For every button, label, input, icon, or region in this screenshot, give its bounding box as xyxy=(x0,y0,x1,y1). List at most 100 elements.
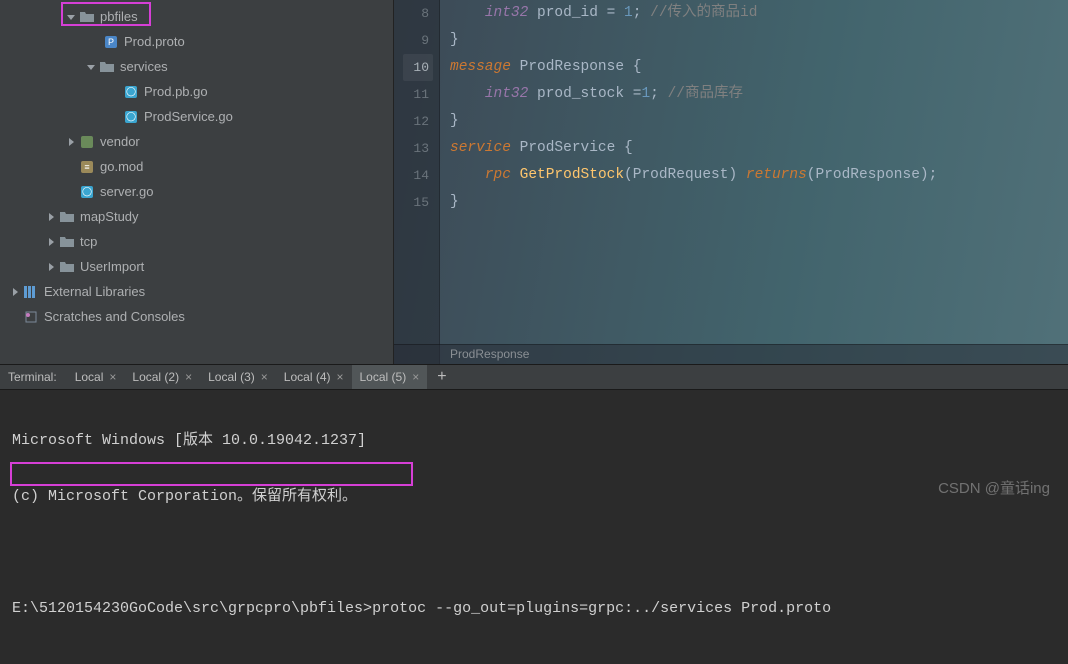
terminal-label: Terminal: xyxy=(8,370,57,384)
code-token: ; xyxy=(650,86,667,102)
highlight-annotation xyxy=(10,462,413,486)
tree-label: Scratches and Consoles xyxy=(44,309,185,324)
code-token: rpc xyxy=(485,167,511,183)
close-icon[interactable]: × xyxy=(261,370,268,384)
terminal-tabstrip[interactable]: Terminal: Local × Local (2)× Local (3) × L… xyxy=(0,364,1068,390)
tree-label: server.go xyxy=(100,184,153,199)
chevron-right-icon xyxy=(46,212,56,222)
tree-label: mapStudy xyxy=(80,209,139,224)
tree-pbfiles[interactable]: pbfiles xyxy=(0,4,393,29)
folder-icon xyxy=(100,60,114,74)
tree-mapstudy[interactable]: mapStudy xyxy=(0,204,393,229)
line-number: 10 xyxy=(403,54,433,81)
code-token: ProdService { xyxy=(511,140,633,156)
line-number: 8 xyxy=(399,0,429,27)
code-token: //传入的商品id xyxy=(650,5,757,21)
breadcrumb[interactable]: ProdResponse xyxy=(394,344,1068,364)
folder-icon xyxy=(60,210,74,224)
tree-prod-pb-go[interactable]: ◯ Prod.pb.go xyxy=(0,79,393,104)
code-token: (ProdRequest) xyxy=(624,167,746,183)
terminal-tab[interactable]: Local (4) × xyxy=(276,365,352,389)
tree-label: UserImport xyxy=(80,259,144,274)
code-token: 1 xyxy=(624,5,633,21)
code-token: int32 xyxy=(485,86,529,102)
code-editor[interactable]: 8 9 10 11 12 13 14 15 int32 prod_id = 1;… xyxy=(394,0,1068,364)
line-number: 11 xyxy=(399,81,429,108)
close-icon[interactable]: × xyxy=(109,370,116,384)
code-token: prod_id = xyxy=(528,5,624,21)
tree-tcp[interactable]: tcp xyxy=(0,229,393,254)
code-token: GetProdStock xyxy=(520,167,624,183)
add-terminal-button[interactable]: + xyxy=(427,368,456,386)
tree-services[interactable]: services xyxy=(0,54,393,79)
terminal-line: Microsoft Windows [版本 10.0.19042.1237] xyxy=(12,430,1056,452)
code-token: prod_stock = xyxy=(528,86,641,102)
line-number: 14 xyxy=(399,162,429,189)
scratch-icon xyxy=(24,310,38,324)
code-token: (ProdResponse); xyxy=(807,167,938,183)
tree-go-mod[interactable]: ≡ go.mod xyxy=(0,154,393,179)
go-file-icon: ◯ xyxy=(124,110,138,124)
line-number: 15 xyxy=(399,189,429,216)
chevron-right-icon xyxy=(46,237,56,247)
folder-icon xyxy=(60,260,74,274)
tree-external-libraries[interactable]: External Libraries xyxy=(0,279,393,304)
tree-label: services xyxy=(120,59,168,74)
tree-label: External Libraries xyxy=(44,284,145,299)
terminal-tab[interactable]: Local × xyxy=(67,365,125,389)
project-tree[interactable]: pbfiles P Prod.proto services ◯ Prod.pb.… xyxy=(0,0,394,364)
proto-file-icon: P xyxy=(104,35,118,49)
terminal-tab[interactable]: Local (5) × xyxy=(352,365,428,389)
go-file-icon: ◯ xyxy=(124,85,138,99)
code-token: returns xyxy=(746,167,807,183)
tree-scratches[interactable]: Scratches and Consoles xyxy=(0,304,393,329)
close-icon[interactable]: × xyxy=(185,370,192,384)
tab-label: Local (3) xyxy=(208,370,255,384)
tree-prodservice-go[interactable]: ◯ ProdService.go xyxy=(0,104,393,129)
chevron-right-icon xyxy=(10,287,20,297)
chevron-right-icon xyxy=(66,137,76,147)
tree-prod-proto[interactable]: P Prod.proto xyxy=(0,29,393,54)
tree-userimport[interactable]: UserImport xyxy=(0,254,393,279)
line-number: 13 xyxy=(399,135,429,162)
tab-label: Local (4) xyxy=(284,370,331,384)
terminal-line: (c) Microsoft Corporation。保留所有权利。 xyxy=(12,486,1056,508)
tree-label: Prod.proto xyxy=(124,34,185,49)
code-token: ; xyxy=(633,5,650,21)
close-icon[interactable]: × xyxy=(412,370,419,384)
tab-label: Local (5) xyxy=(360,370,407,384)
chevron-down-icon xyxy=(66,12,76,22)
library-icon xyxy=(24,285,38,299)
code-token: 1 xyxy=(641,86,650,102)
chevron-right-icon xyxy=(46,262,56,272)
line-number: 9 xyxy=(399,27,429,54)
terminal-tab[interactable]: Local (3) × xyxy=(200,365,276,389)
tree-vendor[interactable]: vendor xyxy=(0,129,393,154)
code-token: //商品库存 xyxy=(668,86,743,102)
chevron-down-icon xyxy=(86,62,96,72)
tree-label: Prod.pb.go xyxy=(144,84,208,99)
code-token: service xyxy=(450,140,511,156)
tree-server-go[interactable]: ◯ server.go xyxy=(0,179,393,204)
code-token: } xyxy=(450,189,459,216)
code-token: } xyxy=(450,108,459,135)
gutter: 8 9 10 11 12 13 14 15 xyxy=(394,0,440,364)
breadcrumb-item: ProdResponse xyxy=(450,347,529,361)
close-icon[interactable]: × xyxy=(336,370,343,384)
terminal-body[interactable]: Microsoft Windows [版本 10.0.19042.1237] (… xyxy=(0,390,1068,512)
vendor-icon xyxy=(80,135,94,149)
tree-label: ProdService.go xyxy=(144,109,233,124)
tree-label: go.mod xyxy=(100,159,143,174)
terminal-tab[interactable]: Local (2)× xyxy=(124,365,200,389)
tree-label: vendor xyxy=(100,134,140,149)
folder-icon xyxy=(60,235,74,249)
line-number: 12 xyxy=(399,108,429,135)
gomod-icon: ≡ xyxy=(80,160,94,174)
folder-icon xyxy=(80,10,94,24)
tree-label: tcp xyxy=(80,234,97,249)
terminal-line: E:\5120154230GoCode\src\grpcpro\pbfiles>… xyxy=(12,598,1056,620)
tree-label: pbfiles xyxy=(100,9,138,24)
code-token: } xyxy=(450,27,459,54)
code-token: ProdResponse { xyxy=(511,59,642,75)
tab-label: Local xyxy=(75,370,104,384)
